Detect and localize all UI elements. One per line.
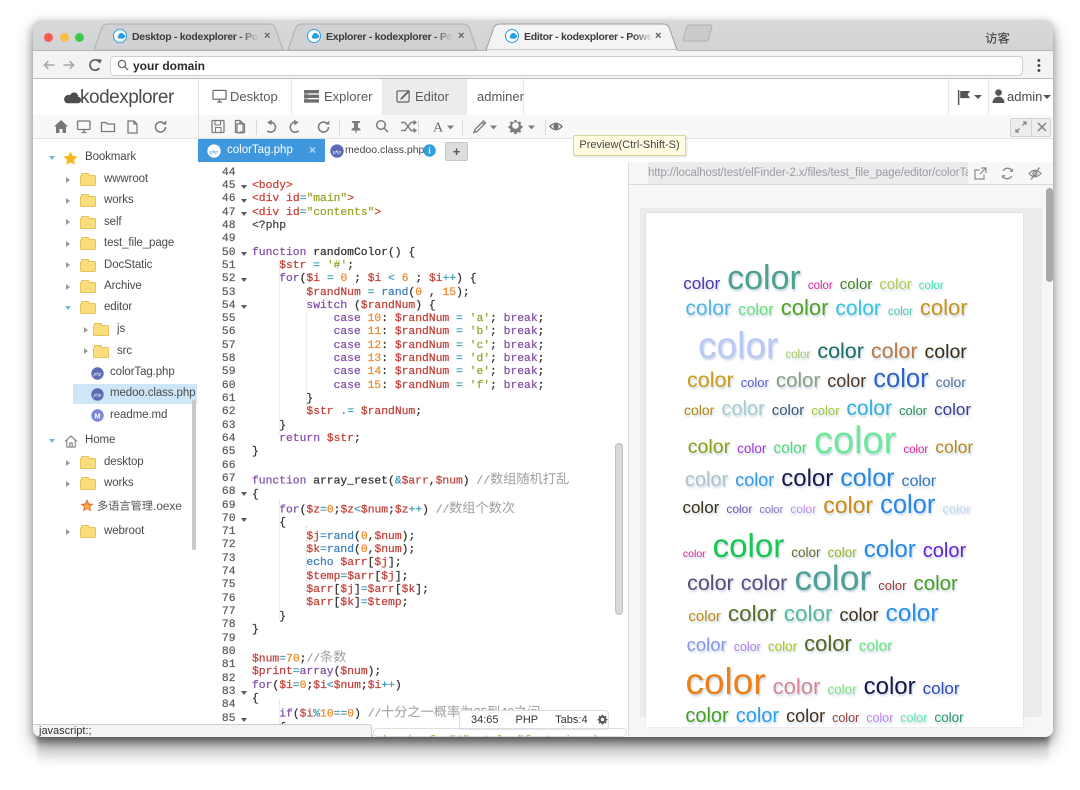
svg-text:php: php — [93, 392, 102, 397]
svg-text:php: php — [93, 371, 102, 376]
svg-text:M: M — [94, 411, 100, 420]
svg-text:A: A — [433, 121, 444, 136]
svg-text:php: php — [208, 149, 217, 155]
svg-text:php: php — [331, 149, 340, 155]
